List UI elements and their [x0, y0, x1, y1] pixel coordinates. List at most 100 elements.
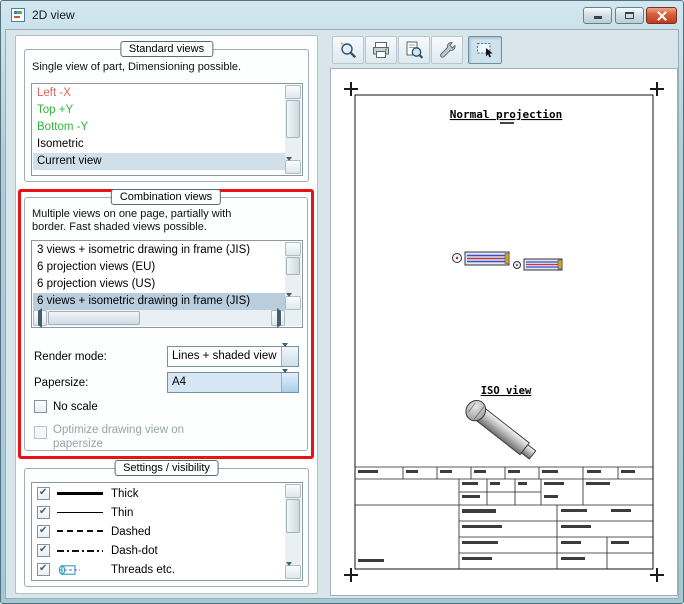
- settings-visibility-group: Settings / visibility Thick Thin: [24, 460, 309, 587]
- combination-views-list: 3 views + isometric drawing in frame (JI…: [31, 240, 303, 328]
- papersize-dropdown[interactable]: A4: [167, 369, 299, 393]
- corner-marks: [344, 82, 664, 582]
- scrollbar-thumb[interactable]: [48, 311, 140, 325]
- threads-checkbox[interactable]: [37, 563, 50, 576]
- thick-line-sample: [57, 492, 103, 495]
- drawing-viewport[interactable]: Normal projection ISO view: [330, 68, 678, 596]
- maximize-icon: [625, 12, 634, 19]
- close-icon: [657, 11, 667, 21]
- vertical-scrollbar[interactable]: [285, 85, 301, 175]
- arrow-down-icon: [286, 157, 292, 175]
- scroll-down-button[interactable]: [285, 293, 301, 311]
- arrow-down-icon: [286, 293, 292, 311]
- scroll-up-button[interactable]: [285, 85, 301, 104]
- thick-checkbox[interactable]: [37, 487, 50, 500]
- no-scale-checkbox[interactable]: [34, 400, 47, 413]
- dropdown-button[interactable]: [281, 343, 298, 366]
- list-item[interactable]: Thick: [33, 484, 285, 503]
- list-item[interactable]: Threads etc.: [33, 560, 285, 579]
- optimize-label: Optimize drawing view on papersize: [53, 424, 185, 450]
- standard-views-description: Single view of part, Dimensioning possib…: [32, 61, 242, 73]
- iso-view-label: ISO view: [481, 385, 532, 397]
- render-mode-label: Render mode:: [34, 351, 107, 363]
- dropdown-button[interactable]: [281, 369, 298, 392]
- normal-projection-label: Normal projection: [450, 108, 563, 121]
- list-item[interactable]: 6 projection views (EU): [33, 259, 285, 276]
- wrench-icon: [440, 42, 456, 58]
- maximize-button[interactable]: [615, 7, 644, 24]
- dashed-checkbox[interactable]: [37, 525, 50, 538]
- list-item[interactable]: Thin: [33, 503, 285, 522]
- sheet-frame: [354, 94, 654, 570]
- window-title: 2D view: [32, 8, 75, 22]
- titlebar[interactable]: 2D view: [1, 1, 683, 29]
- item-label: Dash-dot: [111, 545, 158, 557]
- thin-line-sample: [57, 512, 103, 513]
- dash-dot-checkbox[interactable]: [37, 544, 50, 557]
- settings-list: Thick Thin Dashed: [31, 482, 303, 581]
- threads-icon: [58, 565, 80, 575]
- scrollbar-thumb[interactable]: [286, 257, 300, 275]
- minimize-button[interactable]: [583, 7, 612, 24]
- print-button[interactable]: [365, 36, 397, 64]
- tools-button[interactable]: [431, 36, 463, 64]
- list-item[interactable]: Dashed: [33, 522, 285, 541]
- scroll-right-button[interactable]: [271, 308, 285, 328]
- print-preview-button[interactable]: [398, 36, 430, 64]
- drawing-toolbar: [332, 36, 512, 66]
- standard-views-group: Standard views Single view of part, Dime…: [24, 41, 309, 182]
- scrollbar-thumb[interactable]: [286, 100, 300, 138]
- scroll-left-button[interactable]: [33, 308, 47, 328]
- horizontal-scrollbar[interactable]: [33, 308, 285, 328]
- left-panel: Standard views Single view of part, Dime…: [15, 35, 318, 594]
- no-scale-label: No scale: [53, 401, 98, 413]
- title-block-text-marks: [358, 470, 635, 562]
- list-item[interactable]: Top +Y: [33, 102, 285, 119]
- list-item[interactable]: 6 projection views (US): [33, 276, 285, 293]
- print-icon: [373, 42, 389, 58]
- list-item[interactable]: Dash-dot: [33, 541, 285, 560]
- item-label: Dashed: [111, 526, 151, 538]
- chevron-down-icon: [282, 369, 288, 387]
- optimize-checkbox: [34, 426, 47, 439]
- fastener-top-view: [452, 251, 563, 271]
- dialog-body: Standard views Single view of part, Dime…: [5, 29, 679, 599]
- scrollbar-corner: [285, 310, 301, 326]
- papersize-label: Papersize:: [34, 377, 89, 389]
- close-button[interactable]: [646, 7, 677, 24]
- zoom-button[interactable]: [332, 36, 364, 64]
- iso-bolt: [465, 400, 537, 460]
- list-item[interactable]: Isometric: [33, 136, 285, 153]
- item-label: Thick: [111, 488, 139, 500]
- dash-dot-line-sample: [57, 550, 103, 552]
- list-item[interactable]: 3 views + isometric drawing in frame (JI…: [33, 242, 285, 259]
- thin-checkbox[interactable]: [37, 506, 50, 519]
- arrow-right-icon: [277, 308, 281, 328]
- zoom-icon: [339, 41, 357, 59]
- combination-views-group-title: Combination views: [110, 189, 222, 205]
- scale-note-mark: [500, 122, 514, 124]
- scroll-down-button[interactable]: [285, 157, 301, 175]
- list-item-selected[interactable]: 6 views + isometric drawing in frame (JI…: [33, 293, 285, 310]
- print-preview-icon: [406, 41, 424, 59]
- 2d-view-window: 2D view Standard views Single view of pa…: [0, 0, 684, 604]
- scroll-up-button[interactable]: [285, 242, 301, 261]
- list-item[interactable]: Bottom -Y: [33, 119, 285, 136]
- app-icon: [11, 8, 25, 22]
- standard-views-list: Left -X Top +Y Bottom -Y Isometric Curre…: [31, 83, 303, 176]
- item-label: Threads etc.: [111, 564, 175, 576]
- drawing-sheet: Normal projection ISO view: [344, 82, 664, 582]
- list-item[interactable]: Left -X: [33, 85, 285, 102]
- capture-button[interactable]: [468, 36, 502, 64]
- scrollbar-thumb[interactable]: [286, 499, 300, 533]
- scroll-up-button[interactable]: [285, 484, 301, 503]
- chevron-down-icon: [282, 343, 288, 361]
- vertical-scrollbar[interactable]: [285, 484, 301, 580]
- scroll-down-button[interactable]: [285, 562, 301, 580]
- render-mode-dropdown[interactable]: Lines + shaded view: [167, 343, 299, 367]
- settings-visibility-group-title: Settings / visibility: [114, 460, 219, 476]
- dashed-line-sample: [57, 530, 103, 532]
- vertical-scrollbar[interactable]: [285, 242, 301, 311]
- minimize-icon: [594, 16, 602, 19]
- list-item-selected[interactable]: Current view: [33, 153, 285, 170]
